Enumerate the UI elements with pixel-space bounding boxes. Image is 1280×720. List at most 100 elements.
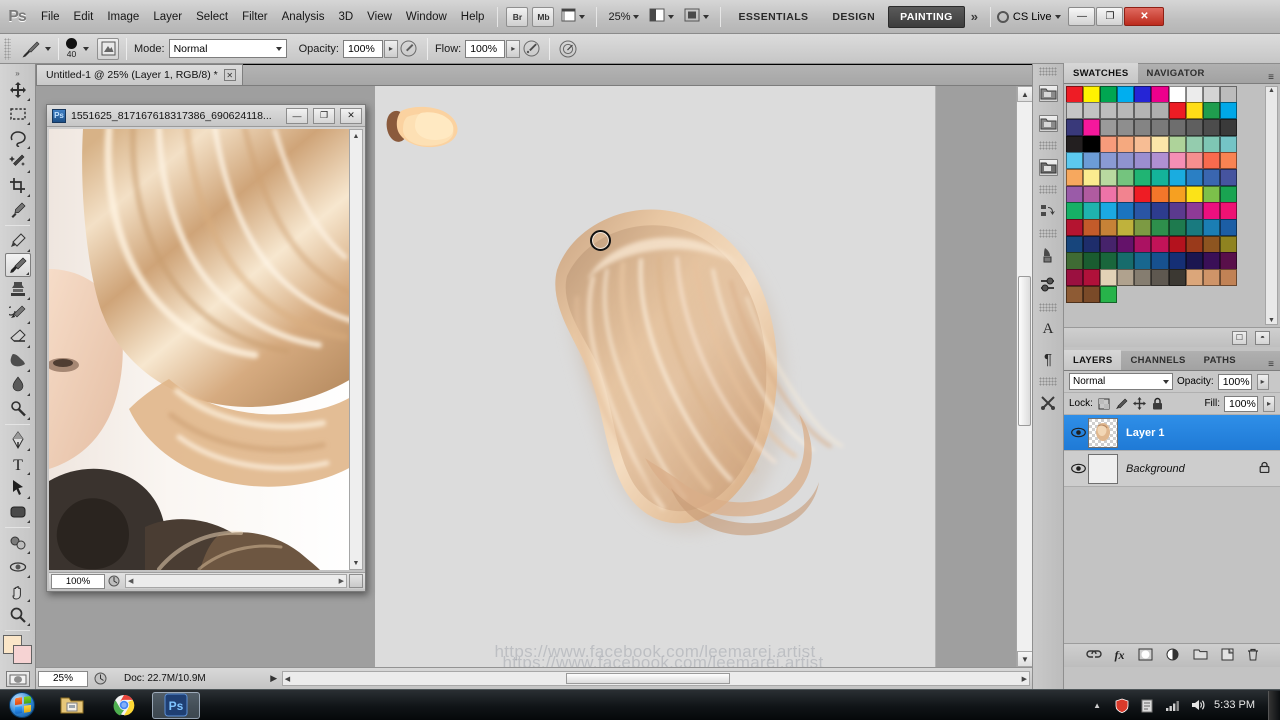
color-swatch[interactable] bbox=[1134, 235, 1152, 253]
color-swatch[interactable] bbox=[1117, 102, 1135, 120]
color-swatch[interactable] bbox=[1185, 235, 1203, 253]
scroll-left-icon[interactable]: ◀ bbox=[128, 577, 133, 585]
color-swatch[interactable] bbox=[1203, 118, 1221, 137]
scroll-right-icon[interactable]: ▶ bbox=[1022, 675, 1029, 683]
scroll-up-icon[interactable]: ▲ bbox=[350, 130, 362, 142]
color-swatch[interactable] bbox=[1082, 252, 1100, 270]
color-swatch[interactable] bbox=[1185, 135, 1203, 153]
color-swatch[interactable] bbox=[1134, 185, 1152, 203]
color-swatch[interactable] bbox=[1185, 219, 1203, 237]
color-swatch[interactable] bbox=[1099, 219, 1118, 237]
link-layers-icon[interactable] bbox=[1085, 648, 1102, 663]
color-swatch[interactable] bbox=[1082, 118, 1100, 137]
new-swatch-icon[interactable]: ☐ bbox=[1232, 330, 1247, 345]
color-swatch[interactable] bbox=[1065, 118, 1083, 137]
color-swatches[interactable] bbox=[2, 635, 33, 665]
color-swatch[interactable] bbox=[1099, 102, 1118, 120]
scroll-down-icon[interactable]: ▼ bbox=[1266, 317, 1277, 324]
current-tool-icon[interactable] bbox=[17, 37, 45, 61]
swatches-grid[interactable] bbox=[1065, 85, 1278, 303]
volume-icon[interactable] bbox=[1189, 697, 1205, 713]
canvas-scroll-thumb[interactable] bbox=[1018, 276, 1031, 426]
history-icon[interactable] bbox=[1035, 196, 1061, 226]
color-swatch[interactable] bbox=[1185, 85, 1203, 103]
menu-analysis[interactable]: Analysis bbox=[275, 8, 332, 26]
status-expand-icon[interactable]: ▶ bbox=[266, 673, 282, 684]
color-swatch[interactable] bbox=[1082, 269, 1100, 287]
crop-tool[interactable] bbox=[5, 174, 31, 198]
cs-live-button[interactable]: CS Live bbox=[996, 10, 1062, 23]
color-swatch[interactable] bbox=[1220, 269, 1238, 287]
floating-window-horizontal-scrollbar[interactable]: ◀ ▶ bbox=[125, 574, 347, 588]
color-swatch[interactable] bbox=[1099, 118, 1118, 137]
three-d-object-rotate-tool[interactable] bbox=[5, 531, 31, 555]
color-swatch[interactable] bbox=[1082, 235, 1100, 253]
spot-healing-brush-tool[interactable] bbox=[5, 229, 31, 253]
opacity-slider-button[interactable]: ▸ bbox=[383, 39, 398, 58]
scroll-down-icon[interactable]: ▼ bbox=[1017, 651, 1032, 667]
color-swatch[interactable] bbox=[1117, 185, 1135, 203]
lasso-tool[interactable] bbox=[5, 126, 31, 150]
show-desktop-button[interactable] bbox=[1268, 690, 1280, 720]
color-swatch[interactable] bbox=[1151, 235, 1169, 253]
tool-preset-chevron-icon[interactable] bbox=[45, 46, 51, 51]
swatches-panel-menu-icon[interactable]: ≡ bbox=[1262, 72, 1280, 83]
opacity-pressure-icon[interactable] bbox=[398, 38, 420, 60]
color-swatch[interactable] bbox=[1185, 168, 1203, 187]
close-button[interactable]: ✕ bbox=[1124, 7, 1165, 26]
path-selection-tool[interactable] bbox=[5, 476, 31, 500]
status-info-icon[interactable] bbox=[90, 672, 110, 685]
color-swatch[interactable] bbox=[1168, 85, 1186, 103]
color-swatch[interactable] bbox=[1220, 168, 1238, 187]
layer-opacity-slider-button[interactable]: ▸ bbox=[1256, 373, 1269, 390]
bridge-folder-icon[interactable] bbox=[1035, 108, 1061, 138]
color-swatch[interactable] bbox=[1203, 152, 1221, 170]
more-workspaces-button[interactable]: » bbox=[965, 9, 984, 24]
view-extras-dropdown[interactable] bbox=[556, 6, 590, 28]
quick-selection-tool[interactable] bbox=[5, 150, 31, 174]
floating-window-titlebar[interactable]: Ps 1551625_817167618317386_690624118... … bbox=[47, 105, 365, 127]
mini-bridge-icon[interactable] bbox=[1035, 78, 1061, 108]
brush-preset-chevron-icon[interactable] bbox=[83, 46, 89, 51]
brush-preset-picker[interactable]: 40 bbox=[66, 38, 77, 59]
document-info-icon[interactable] bbox=[105, 575, 123, 587]
layer-opacity-input[interactable]: 100% bbox=[1217, 373, 1252, 390]
color-swatch[interactable] bbox=[1099, 152, 1118, 170]
three-d-camera-rotate-tool[interactable] bbox=[5, 555, 31, 579]
color-swatch[interactable] bbox=[1151, 118, 1169, 137]
character-icon[interactable]: A bbox=[1035, 314, 1061, 344]
color-swatch[interactable] bbox=[1168, 102, 1186, 120]
flow-slider-button[interactable]: ▸ bbox=[506, 39, 521, 58]
tab-paths[interactable]: PATHS bbox=[1195, 350, 1245, 370]
swatches-grid-container[interactable]: ▲ ▼ bbox=[1064, 84, 1280, 327]
blur-tool[interactable] bbox=[5, 373, 31, 397]
taskbar-chrome[interactable] bbox=[100, 692, 148, 719]
color-swatch[interactable] bbox=[1099, 252, 1118, 270]
lock-image-pixels-icon[interactable] bbox=[1115, 397, 1129, 411]
color-swatch[interactable] bbox=[1151, 152, 1169, 170]
color-swatch[interactable] bbox=[1220, 135, 1238, 153]
color-swatch[interactable] bbox=[1082, 85, 1100, 103]
color-swatch[interactable] bbox=[1185, 102, 1203, 120]
color-swatch[interactable] bbox=[1168, 252, 1186, 270]
security-shield-icon[interactable] bbox=[1114, 697, 1130, 713]
color-swatch[interactable] bbox=[1134, 219, 1152, 237]
layer-visibility-toggle[interactable] bbox=[1068, 427, 1088, 438]
color-swatch[interactable] bbox=[1134, 202, 1152, 220]
color-swatch[interactable] bbox=[1065, 219, 1083, 237]
color-swatch[interactable] bbox=[1185, 202, 1203, 220]
taskbar-clock[interactable]: 5:33 PM bbox=[1214, 699, 1255, 711]
color-swatch[interactable] bbox=[1117, 118, 1135, 137]
rectangle-shape-tool[interactable] bbox=[5, 500, 31, 524]
taskbar-explorer[interactable] bbox=[48, 692, 96, 719]
layer-thumbnail[interactable] bbox=[1088, 417, 1118, 448]
color-swatch[interactable] bbox=[1065, 202, 1083, 220]
delete-swatch-icon[interactable]: ◓ bbox=[1255, 330, 1270, 345]
color-swatch[interactable] bbox=[1117, 235, 1135, 253]
color-swatch[interactable] bbox=[1151, 135, 1169, 153]
new-layer-icon[interactable] bbox=[1221, 648, 1234, 664]
layer-blend-mode-select[interactable]: Normal bbox=[1069, 373, 1173, 390]
menu-layer[interactable]: Layer bbox=[146, 8, 189, 26]
menu-3d[interactable]: 3D bbox=[331, 8, 360, 26]
taskbar-photoshop[interactable]: Ps bbox=[152, 691, 200, 719]
